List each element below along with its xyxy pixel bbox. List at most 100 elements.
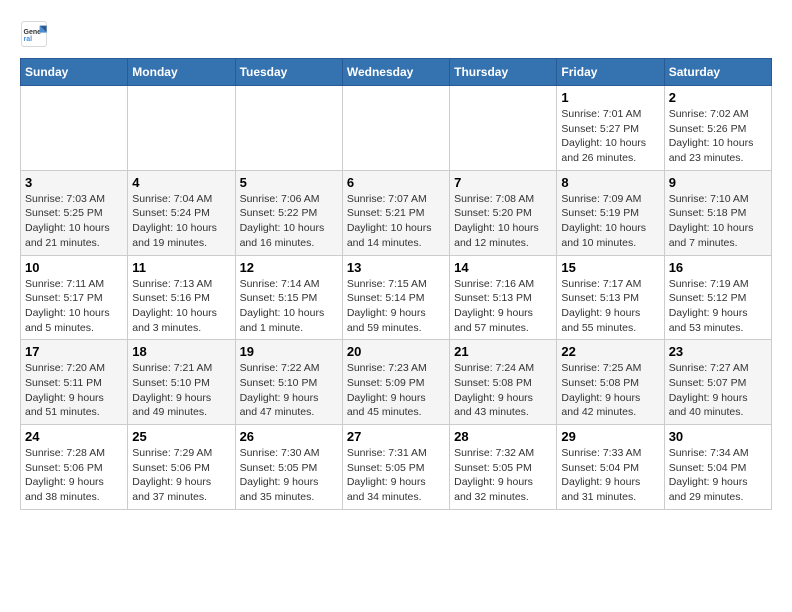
day-info: Sunrise: 7:06 AM Sunset: 5:22 PM Dayligh… <box>240 192 338 251</box>
calendar-cell: 22Sunrise: 7:25 AM Sunset: 5:08 PM Dayli… <box>557 340 664 425</box>
calendar-cell: 2 Sunrise: 7:02 AM Sunset: 5:26 PM Daylig… <box>664 86 771 171</box>
calendar-cell: 4Sunrise: 7:04 AM Sunset: 5:24 PM Daylig… <box>128 170 235 255</box>
day-number: 2 <box>669 90 767 105</box>
day-number: 17 <box>25 344 123 359</box>
calendar-week-row: 3Sunrise: 7:03 AM Sunset: 5:25 PM Daylig… <box>21 170 772 255</box>
day-number: 30 <box>669 429 767 444</box>
day-info: Sunrise: 7:28 AM Sunset: 5:06 PM Dayligh… <box>25 446 123 505</box>
day-info: Sunrise: 7:25 AM Sunset: 5:08 PM Dayligh… <box>561 361 659 420</box>
day-info: Sunrise: 7:01 AM Sunset: 5:27 PM Dayligh… <box>561 107 659 166</box>
day-number: 16 <box>669 260 767 275</box>
day-info: Sunrise: 7:30 AM Sunset: 5:05 PM Dayligh… <box>240 446 338 505</box>
calendar-cell: 21 Sunrise: 7:24 AM Sunset: 5:08 PM Dayli… <box>450 340 557 425</box>
day-info: Sunrise: 7:09 AM Sunset: 5:19 PM Dayligh… <box>561 192 659 251</box>
calendar-cell: 26 Sunrise: 7:30 AM Sunset: 5:05 PM Dayli… <box>235 425 342 510</box>
calendar-cell <box>342 86 449 171</box>
day-number: 19 <box>240 344 338 359</box>
day-info: Sunrise: 7:34 AM Sunset: 5:04 PM Dayligh… <box>669 446 767 505</box>
weekday-header: Wednesday <box>342 59 449 86</box>
day-info: Sunrise: 7:08 AM Sunset: 5:20 PM Dayligh… <box>454 192 552 251</box>
calendar-cell: 5 Sunrise: 7:06 AM Sunset: 5:22 PM Daylig… <box>235 170 342 255</box>
calendar-cell: 6 Sunrise: 7:07 AM Sunset: 5:21 PM Daylig… <box>342 170 449 255</box>
day-info: Sunrise: 7:29 AM Sunset: 5:06 PM Dayligh… <box>132 446 230 505</box>
day-number: 23 <box>669 344 767 359</box>
calendar-cell <box>21 86 128 171</box>
calendar-cell: 28Sunrise: 7:32 AM Sunset: 5:05 PM Dayli… <box>450 425 557 510</box>
day-number: 18 <box>132 344 230 359</box>
calendar-week-row: 24 Sunrise: 7:28 AM Sunset: 5:06 PM Dayli… <box>21 425 772 510</box>
calendar-week-row: 10Sunrise: 7:11 AM Sunset: 5:17 PM Dayli… <box>21 255 772 340</box>
day-number: 10 <box>25 260 123 275</box>
day-number: 7 <box>454 175 552 190</box>
day-number: 5 <box>240 175 338 190</box>
day-info: Sunrise: 7:22 AM Sunset: 5:10 PM Dayligh… <box>240 361 338 420</box>
day-number: 24 <box>25 429 123 444</box>
calendar-week-row: 1 Sunrise: 7:01 AM Sunset: 5:27 PM Daylig… <box>21 86 772 171</box>
day-number: 25 <box>132 429 230 444</box>
calendar-cell: 14 Sunrise: 7:16 AM Sunset: 5:13 PM Dayli… <box>450 255 557 340</box>
day-number: 20 <box>347 344 445 359</box>
calendar-cell: 11 Sunrise: 7:13 AM Sunset: 5:16 PM Dayli… <box>128 255 235 340</box>
calendar-cell: 19 Sunrise: 7:22 AM Sunset: 5:10 PM Dayli… <box>235 340 342 425</box>
calendar-cell: 18 Sunrise: 7:21 AM Sunset: 5:10 PM Dayli… <box>128 340 235 425</box>
calendar-week-row: 17 Sunrise: 7:20 AM Sunset: 5:11 PM Dayli… <box>21 340 772 425</box>
calendar-cell <box>128 86 235 171</box>
calendar-cell: 16 Sunrise: 7:19 AM Sunset: 5:12 PM Dayli… <box>664 255 771 340</box>
day-info: Sunrise: 7:31 AM Sunset: 5:05 PM Dayligh… <box>347 446 445 505</box>
page-header: Gene- ral <box>20 20 772 48</box>
calendar-cell: 3Sunrise: 7:03 AM Sunset: 5:25 PM Daylig… <box>21 170 128 255</box>
day-number: 6 <box>347 175 445 190</box>
weekday-header: Friday <box>557 59 664 86</box>
day-info: Sunrise: 7:20 AM Sunset: 5:11 PM Dayligh… <box>25 361 123 420</box>
weekday-header: Tuesday <box>235 59 342 86</box>
logo-icon: Gene- ral <box>20 20 48 48</box>
calendar-header: SundayMondayTuesdayWednesdayThursdayFrid… <box>21 59 772 86</box>
day-info: Sunrise: 7:16 AM Sunset: 5:13 PM Dayligh… <box>454 277 552 336</box>
day-info: Sunrise: 7:33 AM Sunset: 5:04 PM Dayligh… <box>561 446 659 505</box>
svg-text:ral: ral <box>24 36 33 43</box>
calendar-cell: 10Sunrise: 7:11 AM Sunset: 5:17 PM Dayli… <box>21 255 128 340</box>
day-number: 27 <box>347 429 445 444</box>
weekday-header: Monday <box>128 59 235 86</box>
day-number: 11 <box>132 260 230 275</box>
day-number: 14 <box>454 260 552 275</box>
weekday-header: Thursday <box>450 59 557 86</box>
day-info: Sunrise: 7:21 AM Sunset: 5:10 PM Dayligh… <box>132 361 230 420</box>
calendar-cell: 7 Sunrise: 7:08 AM Sunset: 5:20 PM Daylig… <box>450 170 557 255</box>
calendar-cell: 17 Sunrise: 7:20 AM Sunset: 5:11 PM Dayli… <box>21 340 128 425</box>
day-info: Sunrise: 7:07 AM Sunset: 5:21 PM Dayligh… <box>347 192 445 251</box>
day-info: Sunrise: 7:15 AM Sunset: 5:14 PM Dayligh… <box>347 277 445 336</box>
day-number: 15 <box>561 260 659 275</box>
day-info: Sunrise: 7:04 AM Sunset: 5:24 PM Dayligh… <box>132 192 230 251</box>
day-number: 21 <box>454 344 552 359</box>
calendar-cell: 24 Sunrise: 7:28 AM Sunset: 5:06 PM Dayli… <box>21 425 128 510</box>
logo: Gene- ral <box>20 20 52 48</box>
day-info: Sunrise: 7:17 AM Sunset: 5:13 PM Dayligh… <box>561 277 659 336</box>
weekday-header: Saturday <box>664 59 771 86</box>
weekday-header: Sunday <box>21 59 128 86</box>
calendar-cell: 12Sunrise: 7:14 AM Sunset: 5:15 PM Dayli… <box>235 255 342 340</box>
day-number: 12 <box>240 260 338 275</box>
day-number: 13 <box>347 260 445 275</box>
day-info: Sunrise: 7:02 AM Sunset: 5:26 PM Dayligh… <box>669 107 767 166</box>
day-info: Sunrise: 7:27 AM Sunset: 5:07 PM Dayligh… <box>669 361 767 420</box>
day-info: Sunrise: 7:23 AM Sunset: 5:09 PM Dayligh… <box>347 361 445 420</box>
day-number: 1 <box>561 90 659 105</box>
calendar-cell: 20 Sunrise: 7:23 AM Sunset: 5:09 PM Dayli… <box>342 340 449 425</box>
day-number: 9 <box>669 175 767 190</box>
calendar-cell: 8Sunrise: 7:09 AM Sunset: 5:19 PM Daylig… <box>557 170 664 255</box>
calendar-cell: 27 Sunrise: 7:31 AM Sunset: 5:05 PM Dayli… <box>342 425 449 510</box>
day-number: 26 <box>240 429 338 444</box>
calendar-cell: 29Sunrise: 7:33 AM Sunset: 5:04 PM Dayli… <box>557 425 664 510</box>
day-info: Sunrise: 7:19 AM Sunset: 5:12 PM Dayligh… <box>669 277 767 336</box>
calendar-cell: 30 Sunrise: 7:34 AM Sunset: 5:04 PM Dayli… <box>664 425 771 510</box>
calendar-cell: 9Sunrise: 7:10 AM Sunset: 5:18 PM Daylig… <box>664 170 771 255</box>
calendar-cell: 25 Sunrise: 7:29 AM Sunset: 5:06 PM Dayli… <box>128 425 235 510</box>
day-info: Sunrise: 7:24 AM Sunset: 5:08 PM Dayligh… <box>454 361 552 420</box>
calendar-body: 1 Sunrise: 7:01 AM Sunset: 5:27 PM Daylig… <box>21 86 772 510</box>
day-info: Sunrise: 7:03 AM Sunset: 5:25 PM Dayligh… <box>25 192 123 251</box>
calendar-table: SundayMondayTuesdayWednesdayThursdayFrid… <box>20 58 772 510</box>
day-info: Sunrise: 7:13 AM Sunset: 5:16 PM Dayligh… <box>132 277 230 336</box>
calendar-cell: 23 Sunrise: 7:27 AM Sunset: 5:07 PM Dayli… <box>664 340 771 425</box>
day-number: 28 <box>454 429 552 444</box>
